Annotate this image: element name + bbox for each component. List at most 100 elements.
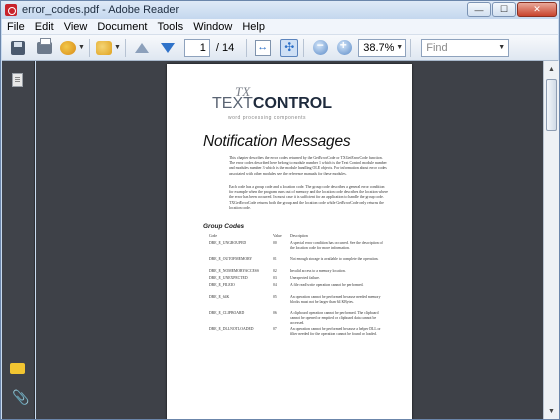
pages-panel-icon[interactable]	[12, 73, 23, 87]
row-code: DRE_E_DLLNOTLOADED	[209, 327, 254, 331]
row-description: Unexpected failure.	[290, 276, 320, 280]
row-code: DRE_E_NOMEMORYACCESS	[209, 269, 260, 273]
table-header-row: Code Value Description	[209, 234, 384, 241]
arrow-up-icon	[134, 42, 149, 53]
chevron-down-icon: ▼	[78, 44, 85, 51]
close-button[interactable]: ✕	[517, 2, 557, 17]
save-button[interactable]	[8, 37, 28, 59]
row-description: A special error condition has occurred. …	[290, 241, 383, 250]
attachments-panel-icon[interactable]: 📎	[12, 389, 29, 406]
page-total: / 14	[215, 41, 235, 54]
title-bar: error_codes.pdf - Adobe Reader — ☐ ✕	[1, 1, 559, 19]
zoom-select[interactable]: 38.7% ▼	[358, 38, 407, 57]
textcontrol-logo: TX TEXTCONTROL word processing component…	[211, 84, 332, 128]
vertical-scrollbar[interactable]: ▲ ▼	[543, 61, 559, 419]
group-codes-table: Code Value Description DRE_E_UNGROUPED 0…	[209, 234, 384, 343]
logo-tagline: word processing components	[228, 115, 307, 121]
row-description: A file read/write operation cannot be pe…	[290, 283, 364, 287]
row-description: Invalid access to a memory location.	[290, 269, 346, 273]
row-code: DRE_E_OUTOFMEMORY	[209, 257, 253, 261]
table-row: DRE_E_OUTOFMEMORY 01 Not enough storage …	[209, 257, 384, 269]
arrow-down-icon	[160, 42, 175, 53]
chevron-down-icon: ▼	[498, 43, 506, 51]
toolbar-separator	[303, 38, 305, 57]
header-code: Code	[209, 234, 218, 238]
menu-bar: File Edit View Document Tools Window Hel…	[2, 19, 558, 35]
adobe-reader-window: error_codes.pdf - Adobe Reader — ☐ ✕ Fil…	[0, 0, 560, 420]
find-input[interactable]: Find ▼	[421, 38, 510, 57]
row-value: 05	[273, 295, 277, 299]
row-value: 01	[273, 257, 277, 261]
menu-view[interactable]: View	[59, 21, 93, 33]
zoom-in-button[interactable]	[334, 37, 354, 59]
codes-paragraph: Each code has a group code and a locatio…	[229, 185, 389, 210]
table-row: DRE_E_DLLNOTLOADED 07 An operation canno…	[209, 327, 384, 343]
fit-page-icon	[280, 38, 299, 57]
menu-edit[interactable]: Edit	[30, 21, 59, 33]
intro-paragraph: This chapter describes the error codes r…	[229, 156, 387, 176]
menu-help[interactable]: Help	[237, 21, 270, 33]
row-value: 03	[273, 276, 277, 280]
row-value: 04	[273, 283, 277, 287]
row-code: DRE_E_CLIPBOARD	[209, 311, 245, 315]
table-row: DRE_E_FILEIO 04 A file read/write operat…	[209, 283, 384, 295]
row-code: DRE_E_UNGROUPED	[209, 241, 247, 245]
menu-tools[interactable]: Tools	[153, 21, 189, 33]
fit-page-button[interactable]	[279, 37, 299, 59]
row-description: Not enough storage is available to compl…	[290, 257, 379, 261]
header-description: Description	[290, 234, 308, 238]
collaborate-icon	[95, 40, 112, 55]
toolbar: ▼ ▼ 1 / 14 38.7% ▼	[2, 35, 558, 61]
row-description: An operation cannot be performed because…	[290, 295, 381, 304]
print-button[interactable]	[34, 37, 54, 59]
logo-control: CONTROL	[252, 95, 332, 112]
row-value: 06	[273, 311, 277, 315]
group-codes-heading: Group Codes	[203, 223, 245, 230]
maximize-button[interactable]: ☐	[492, 2, 516, 17]
menu-file[interactable]: File	[2, 21, 30, 33]
toolbar-separator	[88, 38, 90, 57]
chevron-down-icon: ▼	[113, 44, 121, 51]
table-row: DRE_E_64K 05 An operation cannot be perf…	[209, 295, 384, 311]
page-number-input[interactable]: 1	[183, 38, 210, 57]
row-value: 07	[273, 327, 277, 331]
previous-page-button[interactable]	[132, 37, 152, 59]
pdf-page: TX TEXTCONTROL word processing component…	[167, 64, 412, 419]
toolbar-separator	[246, 38, 248, 57]
row-code: DRE_E_FILEIO	[209, 283, 235, 287]
share-button[interactable]: ▼	[60, 37, 85, 59]
toolbar-separator	[124, 38, 126, 57]
share-icon	[60, 40, 76, 55]
collaborate-button[interactable]: ▼	[95, 37, 121, 59]
zoom-value: 38.7%	[363, 41, 395, 54]
document-title: Notification Messages	[203, 133, 351, 150]
table-row: DRE_E_UNEXPECTED 03 Unexpected failure.	[209, 276, 384, 283]
row-value: 00	[273, 241, 277, 245]
row-code: DRE_E_UNEXPECTED	[209, 276, 248, 280]
row-description: A clipboard operation cannot be performe…	[290, 311, 379, 325]
scroll-up-button[interactable]: ▲	[544, 61, 559, 77]
scrollbar-thumb[interactable]	[546, 79, 557, 131]
minimize-button[interactable]: —	[467, 2, 491, 17]
logo-wordmark: TEXTCONTROL	[212, 95, 332, 113]
logo-text: TEXT	[212, 95, 253, 112]
zoom-out-button[interactable]	[310, 37, 330, 59]
row-description: An operation cannot be performed because…	[290, 327, 381, 336]
table-row: DRE_E_NOMEMORYACCESS 02 Invalid access t…	[209, 269, 384, 276]
row-value: 02	[273, 269, 277, 273]
zoom-in-icon	[336, 38, 352, 55]
scroll-down-button[interactable]: ▼	[544, 403, 559, 419]
comments-panel-icon[interactable]	[10, 363, 25, 374]
document-viewer[interactable]: TX TEXTCONTROL word processing component…	[36, 61, 543, 419]
save-icon	[11, 40, 25, 55]
adobe-reader-icon	[5, 4, 17, 16]
menu-document[interactable]: Document	[92, 21, 152, 33]
zoom-out-icon	[312, 38, 328, 55]
fit-width-icon	[255, 39, 272, 56]
find-placeholder: Find	[426, 41, 448, 54]
menu-window[interactable]: Window	[188, 21, 237, 33]
next-page-button[interactable]	[158, 37, 178, 59]
table-row: DRE_E_CLIPBOARD 06 A clipboard operation…	[209, 311, 384, 327]
row-code: DRE_E_64K	[209, 295, 230, 299]
fit-width-button[interactable]	[253, 37, 273, 59]
